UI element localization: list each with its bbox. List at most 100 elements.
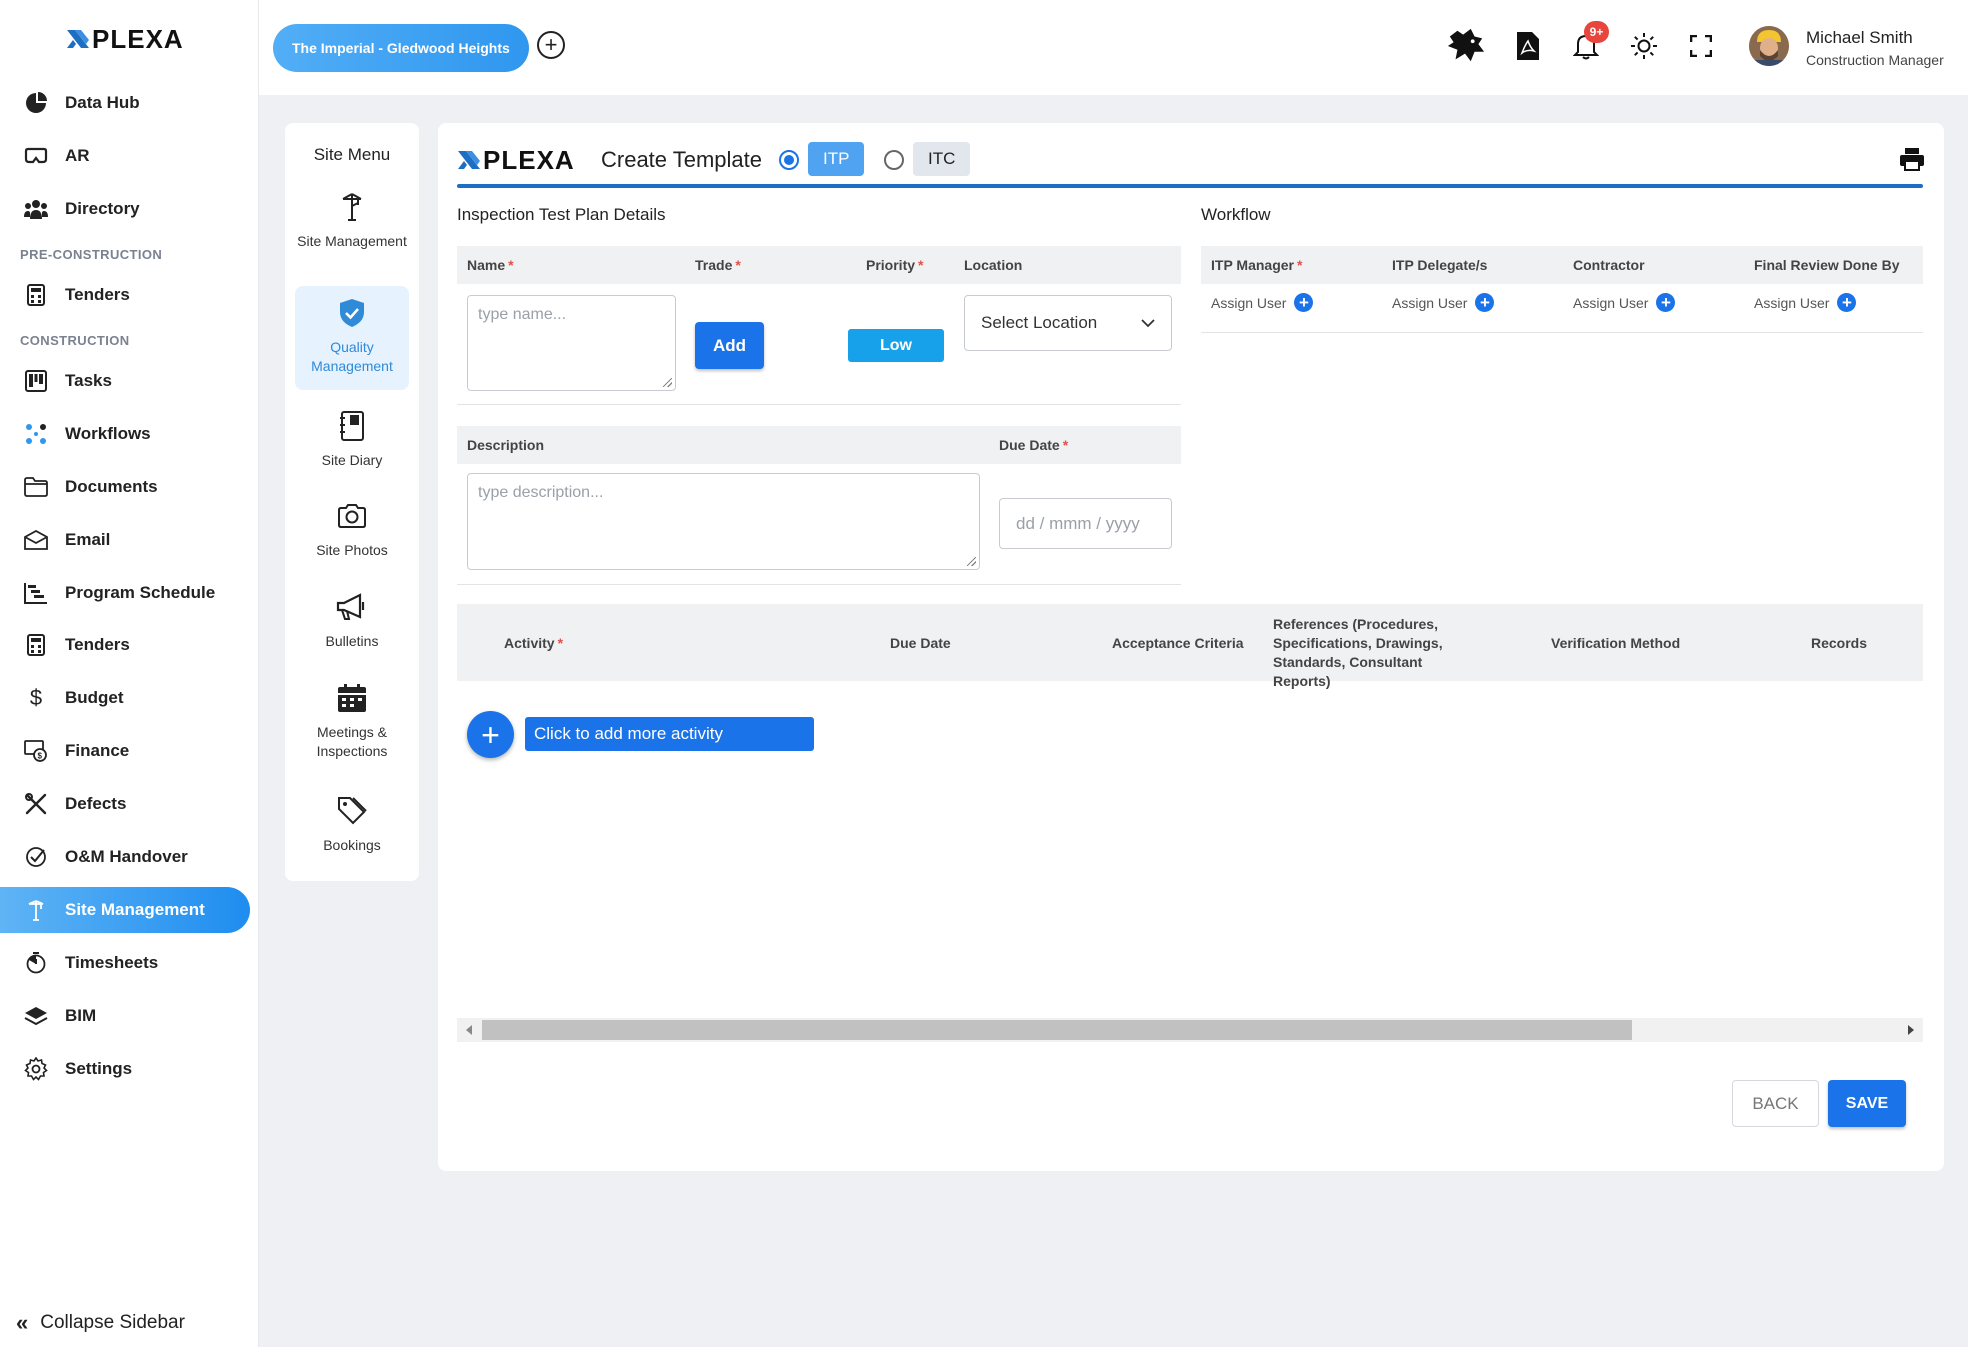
pdf-icon[interactable] [1508,26,1548,66]
description-input[interactable]: type description... [467,473,980,570]
scroll-left-arrow-icon[interactable] [466,1025,472,1035]
site-menu-quality-management[interactable]: Quality Management [295,286,409,390]
site-menu-site-photos[interactable]: Site Photos [295,489,409,593]
name-input[interactable]: type name... [467,295,676,391]
stopwatch-icon [22,949,50,977]
required-mark: * [1297,257,1303,273]
check-circle-icon [22,843,50,871]
due-date-input[interactable]: dd / mmm / yyyy [999,498,1172,549]
add-trade-button[interactable]: Add [695,322,764,369]
plus-circle-icon[interactable]: + [1656,293,1676,312]
user-role: Construction Manager [1806,52,1944,68]
col-references: References (Procedures, Specifications, … [1273,616,1443,689]
site-menu-bookings[interactable]: Bookings [295,784,409,888]
nav-tasks[interactable]: Tasks [0,358,250,404]
required-mark: * [735,257,741,273]
title-divider [457,184,1923,188]
site-menu-label: Quality Management [311,339,393,374]
col-trade: Trade * [695,257,741,273]
plus-icon: + [481,716,500,753]
nav-label: BIM [65,1006,97,1025]
nav-defects[interactable]: Defects [0,781,250,827]
assign-contractor[interactable]: Assign User + [1573,293,1676,312]
add-project-button[interactable]: + [537,31,565,59]
nav-settings[interactable]: Settings [0,1046,250,1092]
site-menu-site-diary[interactable]: Site Diary [295,399,409,503]
location-select[interactable]: Select Location [964,295,1172,351]
col-trade-text: Trade [695,257,733,273]
divider [1201,332,1923,333]
description-header-bar [457,426,1181,464]
nav-budget[interactable]: $ Budget [0,675,250,721]
nav-directory[interactable]: Directory [0,186,250,232]
activity-table-header: Activity * Due Date Acceptance Criteria R… [457,604,1923,689]
nav-site-management[interactable]: Site Management [0,887,250,933]
priority-button[interactable]: Low [848,329,944,362]
plexa-logo-icon [67,30,89,48]
site-menu-site-management[interactable]: Site Management [295,180,409,284]
tag-itc[interactable]: ITC [913,142,971,176]
card-logo: PLEXA [457,145,575,175]
nav-label: Defects [65,794,127,813]
user-avatar[interactable] [1749,26,1789,66]
fullscreen-icon[interactable] [1681,26,1721,66]
nav-tenders-2[interactable]: Tenders [0,622,250,668]
radio-itp[interactable] [779,150,799,170]
nav-label: Timesheets [65,953,159,972]
scrollbar-thumb[interactable] [482,1020,1632,1040]
tag-itp[interactable]: ITP [808,142,865,176]
horizontal-scrollbar[interactable] [457,1018,1923,1042]
divider [457,584,1181,585]
description-placeholder: type description... [478,484,604,501]
col-name: Name * [467,257,514,273]
crane-icon [333,188,371,226]
add-activity-button[interactable]: Click to add more activity [525,717,814,751]
print-icon[interactable] [1896,143,1928,175]
save-button[interactable]: SAVE [1828,1080,1906,1127]
nav-label: Program Schedule [65,583,216,602]
nav-email[interactable]: Email [0,517,250,563]
assign-itp-delegates[interactable]: Assign User + [1392,293,1495,312]
assign-final-review[interactable]: Assign User + [1754,293,1857,312]
nav-label: Site Management [65,900,205,919]
sidebar: PLEXA Data Hub AR Directory PRE-CONSTRUC… [0,0,259,1347]
back-button[interactable]: BACK [1732,1080,1819,1127]
dollar-icon: $ [29,685,43,710]
radio-itc[interactable] [884,150,904,170]
lion-logo-icon[interactable] [1446,26,1486,66]
required-mark: * [918,257,924,273]
user-name[interactable]: Michael Smith [1806,28,1913,48]
nav-program-schedule[interactable]: Program Schedule [0,570,250,616]
add-activity-plus-button[interactable]: + [467,711,514,758]
nav-finance[interactable]: $ Finance [0,728,250,774]
shield-check-icon [333,294,371,332]
diary-icon [333,407,371,445]
assign-itp-manager[interactable]: Assign User + [1211,293,1314,312]
col-activity-text: Activity [504,635,555,651]
divider [457,404,1181,405]
site-menu-label: Site Diary [321,452,383,468]
nav-ar[interactable]: AR [0,133,250,179]
sun-icon[interactable] [1624,26,1664,66]
envelope-icon [22,526,50,554]
brand-logo[interactable]: PLEXA [66,24,184,54]
nav-workflows[interactable]: Workflows [0,411,250,457]
collapse-sidebar-button[interactable]: « Collapse Sidebar [16,1310,185,1336]
plus-circle-icon[interactable]: + [1837,293,1857,312]
scroll-right-arrow-icon[interactable] [1908,1025,1914,1035]
site-menu-bulletins[interactable]: Bulletins [295,580,409,684]
nav-om-handover[interactable]: O&M Handover [0,834,250,880]
site-menu-label: Bookings [323,837,381,853]
calendar-icon [333,679,371,717]
nav-timesheets[interactable]: Timesheets [0,940,250,986]
gantt-icon [22,579,50,607]
nav-data-hub[interactable]: Data Hub [0,80,250,126]
site-menu-meetings-inspections[interactable]: Meetings & Inspections [295,671,409,775]
nav-bim[interactable]: BIM [0,993,250,1039]
project-selector[interactable]: The Imperial - Gledwood Heights [273,24,529,72]
nav-documents[interactable]: Documents [0,464,250,510]
workflow-section-title: Workflow [1201,205,1271,224]
nav-tenders[interactable]: Tenders [0,272,250,318]
plus-circle-icon[interactable]: + [1294,293,1314,312]
plus-circle-icon[interactable]: + [1475,293,1495,312]
